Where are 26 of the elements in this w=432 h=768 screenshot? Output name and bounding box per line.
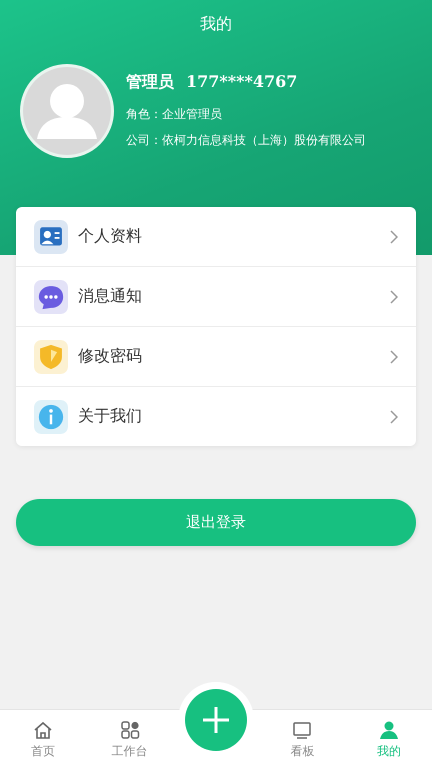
user-name: 管理员 xyxy=(126,72,174,93)
menu-item[interactable]: 个人资料 xyxy=(16,207,416,266)
phone-number: 177****4767 xyxy=(186,72,298,93)
tab[interactable]: 工作台 xyxy=(86,710,173,768)
tab[interactable]: 首页 xyxy=(0,710,86,768)
chevron-icon xyxy=(390,290,398,304)
menu-item[interactable]: 关于我们 xyxy=(16,386,416,446)
logout-button[interactable]: 退出登录 xyxy=(16,499,416,546)
chevron-icon xyxy=(390,350,398,364)
add-button[interactable] xyxy=(185,689,248,751)
menu-item[interactable]: 消息通知 xyxy=(16,266,416,326)
user-role: 角色：企业管理员 xyxy=(126,106,223,123)
password-icon xyxy=(34,340,68,374)
mine-icon xyxy=(378,719,400,741)
page-title: 我的 xyxy=(199,13,233,35)
about-icon xyxy=(34,400,68,434)
message-icon xyxy=(34,280,68,314)
chevron-icon xyxy=(390,230,398,244)
workbench-icon xyxy=(118,719,141,741)
company-name: 公司：依柯力信息科技（上海）股份有限公司 xyxy=(126,132,366,149)
profile-icon xyxy=(34,220,68,254)
tab[interactable]: 看板 xyxy=(259,710,346,768)
tab[interactable]: 我的 xyxy=(346,710,432,768)
chevron-icon xyxy=(390,410,398,424)
menu-item[interactable]: 修改密码 xyxy=(16,326,416,386)
home-icon xyxy=(32,719,54,741)
